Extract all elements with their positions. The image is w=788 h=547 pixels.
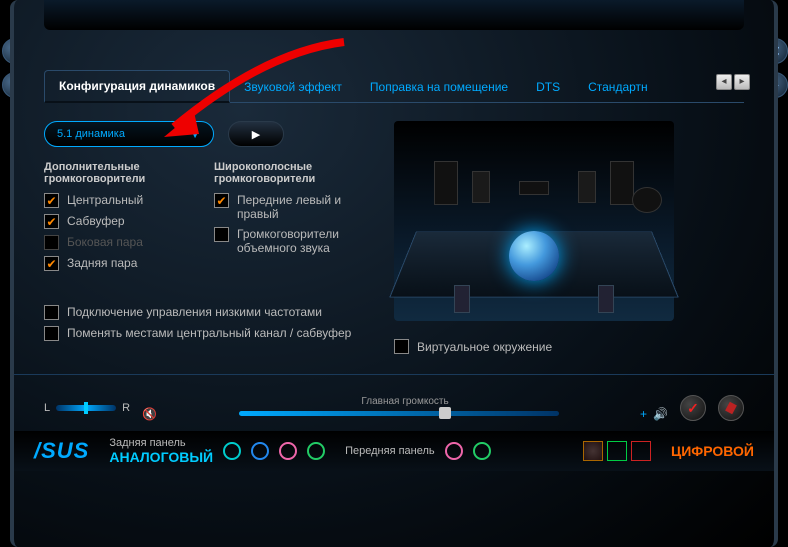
check-bass-management[interactable]: Подключение управления низкими частотами: [44, 305, 374, 320]
check-surround[interactable]: Громкоговорители объемного звука: [214, 227, 374, 255]
tab-sound-effect[interactable]: Звуковой эффект: [230, 72, 356, 102]
analog-label: АНАЛОГОВЫЙ: [109, 449, 213, 465]
mode-icon-2[interactable]: [607, 441, 627, 461]
balance-slider[interactable]: L R: [44, 402, 130, 414]
dropdown-label: 5.1 динамика: [57, 128, 125, 140]
mode-icon-1[interactable]: [583, 441, 603, 461]
check-center[interactable]: ✔ Центральный: [44, 193, 194, 208]
check-front-lr[interactable]: ✔ Передние левый и правый: [214, 193, 374, 221]
subwoofer-icon[interactable]: [632, 187, 662, 213]
tab-bar: Конфигурация динамиков Звуковой эффект П…: [44, 70, 744, 103]
check-swap-center-sub[interactable]: Поменять местами центральный канал / саб…: [44, 326, 374, 341]
check-rear-pair[interactable]: ✔ Задняя пара: [44, 256, 194, 271]
mode-icon-3[interactable]: [631, 441, 651, 461]
play-test-button[interactable]: ▶: [228, 121, 284, 147]
rear-right-speaker-icon[interactable]: [598, 285, 614, 313]
speaker-config-dropdown[interactable]: 5.1 динамика ▼: [44, 121, 214, 147]
additional-speakers-title: Дополнительные громкоговорители: [44, 161, 194, 185]
tab-scroll-right[interactable]: ▸: [734, 74, 750, 90]
play-icon: ▶: [252, 128, 260, 141]
check-side-pair: Боковая пара: [44, 235, 194, 250]
mute-icon[interactable]: 🔇: [142, 407, 157, 421]
jack-blue[interactable]: [251, 442, 269, 460]
jack-green-rear[interactable]: [307, 442, 325, 460]
chevron-down-icon: ▼: [189, 127, 201, 141]
main-volume-label: Главная громкость: [142, 396, 668, 407]
jack-pink-front[interactable]: [445, 442, 463, 460]
divider: [14, 374, 774, 375]
speaker-icon: 🔊: [653, 407, 668, 421]
reset-button[interactable]: [718, 395, 744, 421]
side-left-speaker-icon[interactable]: [472, 171, 490, 203]
virtual-surround-label: Виртуальное окружение: [417, 340, 552, 354]
front-panel-jacks: Передняя панель: [345, 442, 491, 460]
tab-scroll-left[interactable]: ◂: [716, 74, 732, 90]
jack-cyan[interactable]: [223, 442, 241, 460]
front-left-speaker-icon[interactable]: [434, 161, 458, 205]
tab-room-correction[interactable]: Поправка на помещение: [356, 72, 522, 102]
tab-default[interactable]: Стандартн: [574, 72, 662, 102]
top-decoration: [44, 0, 744, 30]
rear-panel-jacks: Задняя панель АНАЛОГОВЫЙ: [109, 437, 325, 465]
digital-label: ЦИФРОВОЙ: [671, 443, 754, 459]
brand-logo: /SUS: [34, 438, 89, 464]
main-volume-slider[interactable]: [239, 411, 559, 416]
apply-button[interactable]: [680, 395, 706, 421]
side-right-speaker-icon[interactable]: [578, 171, 596, 203]
fullrange-speakers-title: Широкополосные громкоговорители: [214, 161, 374, 185]
check-virtual-surround[interactable]: [394, 339, 409, 354]
listener-orb-icon: [509, 231, 559, 281]
front-right-speaker-icon[interactable]: [610, 161, 634, 205]
tab-dts[interactable]: DTS: [522, 72, 574, 102]
rear-left-speaker-icon[interactable]: [454, 285, 470, 313]
speaker-layout-visual: [394, 121, 674, 321]
tab-speaker-config[interactable]: Конфигурация динамиков: [44, 70, 230, 103]
jack-pink-rear[interactable]: [279, 442, 297, 460]
center-speaker-icon[interactable]: [519, 181, 549, 195]
check-subwoofer[interactable]: ✔ Сабвуфер: [44, 214, 194, 229]
jack-green-front[interactable]: [473, 442, 491, 460]
